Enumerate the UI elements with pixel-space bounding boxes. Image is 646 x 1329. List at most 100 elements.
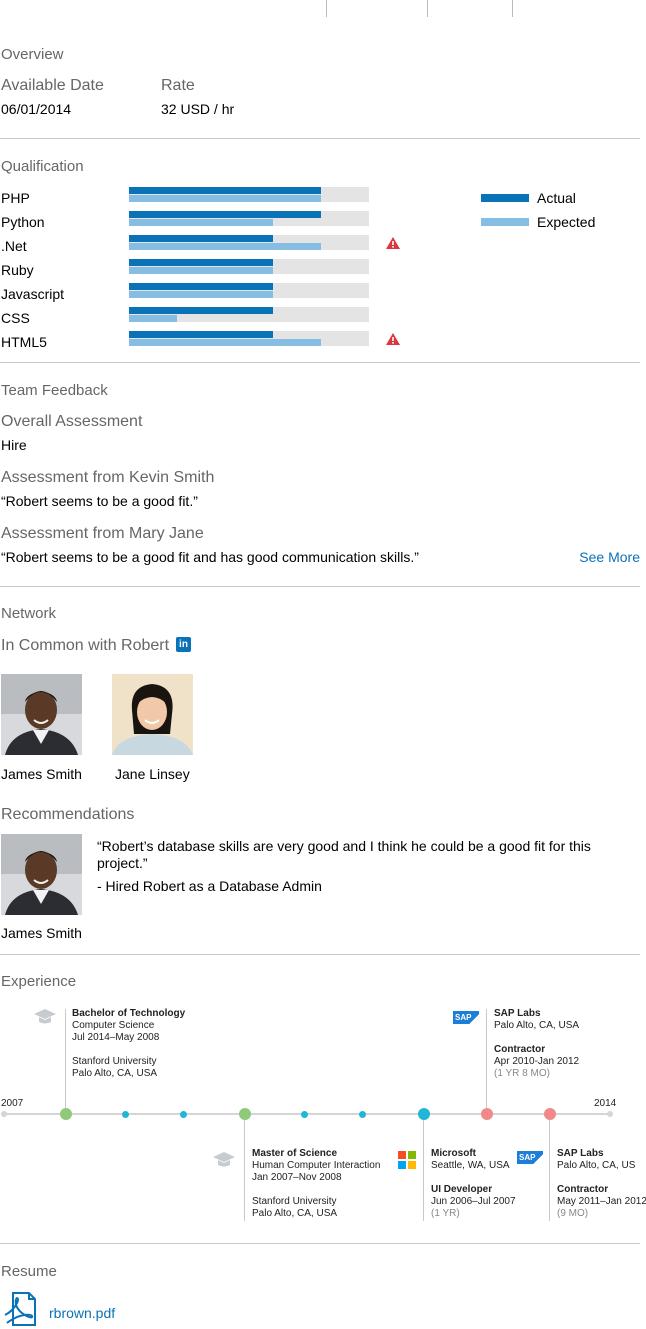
timeline-connector bbox=[65, 1009, 66, 1114]
timeline-end-year: 2014 bbox=[594, 1098, 617, 1109]
top-divider bbox=[512, 0, 513, 17]
overview-title: Overview bbox=[1, 46, 64, 63]
see-more-link[interactable]: See More bbox=[579, 549, 640, 565]
skill-label: CSS bbox=[1, 310, 30, 326]
skill-bar-expected bbox=[129, 315, 177, 322]
kevin-assessment-label: Assessment from Kevin Smith bbox=[1, 469, 215, 486]
skill-bar-actual bbox=[129, 235, 273, 242]
recommendations-label: Recommendations bbox=[1, 806, 135, 823]
skill-label: Javascript bbox=[1, 286, 65, 302]
legend-actual-swatch bbox=[481, 194, 529, 202]
avatar[interactable] bbox=[1, 674, 82, 755]
job-entry: Microsoft Seattle, WA, USA UI Developer … bbox=[431, 1148, 516, 1219]
skill-label: Ruby bbox=[1, 262, 34, 278]
timeline-job-dot[interactable] bbox=[481, 1108, 493, 1120]
skill-label: PHP bbox=[1, 190, 30, 206]
pdf-file-icon[interactable] bbox=[3, 1291, 37, 1327]
divider bbox=[0, 362, 640, 363]
linkedin-icon[interactable]: in bbox=[176, 637, 191, 652]
top-divider bbox=[326, 0, 327, 17]
divider bbox=[0, 586, 640, 587]
network-title: Network bbox=[1, 605, 57, 622]
skill-bar-expected bbox=[129, 195, 321, 202]
skill-bar-actual bbox=[129, 331, 273, 338]
skill-bar-track bbox=[129, 283, 369, 298]
sap-logo-icon: SAP bbox=[517, 1151, 543, 1164]
timeline-minor-dot bbox=[122, 1111, 129, 1118]
timeline-minor-dot bbox=[359, 1111, 366, 1118]
timeline-connector bbox=[423, 1114, 424, 1221]
skill-label: Python bbox=[1, 214, 45, 230]
timeline-education-dot[interactable] bbox=[239, 1108, 251, 1120]
timeline-current-dot[interactable] bbox=[418, 1108, 430, 1120]
top-divider bbox=[427, 0, 428, 17]
skill-bar-actual bbox=[129, 211, 321, 218]
timeline-job-dot[interactable] bbox=[544, 1108, 556, 1120]
skill-bar-track bbox=[129, 235, 369, 250]
warning-icon[interactable] bbox=[386, 333, 400, 345]
person-name[interactable]: Jane Linsey bbox=[115, 766, 190, 782]
timeline-connector bbox=[244, 1114, 245, 1221]
mary-assessment-value: “Robert seems to be a good fit and has g… bbox=[1, 549, 419, 565]
overall-assessment-value: Hire bbox=[1, 437, 27, 453]
timeline-connector bbox=[486, 1009, 487, 1114]
legend-actual-label: Actual bbox=[537, 190, 576, 206]
legend-expected-swatch bbox=[481, 218, 529, 226]
skill-bar-track bbox=[129, 307, 369, 322]
overall-assessment-label: Overall Assessment bbox=[1, 413, 143, 430]
skill-bar-expected bbox=[129, 267, 273, 274]
skill-bar-actual bbox=[129, 283, 273, 290]
recommendation-quote: “Robert’s database skills are very good … bbox=[97, 838, 591, 871]
divider bbox=[0, 954, 640, 955]
timeline-minor-dot bbox=[301, 1111, 308, 1118]
avatar[interactable] bbox=[112, 674, 193, 755]
skill-bar-track bbox=[129, 187, 369, 202]
education-entry: Master of Science Human Computer Interac… bbox=[252, 1148, 381, 1219]
timeline-start-dot bbox=[1, 1111, 7, 1117]
job-entry: SAP Labs Palo Alto, CA, US Contractor Ma… bbox=[557, 1148, 646, 1219]
qualification-title: Qualification bbox=[1, 158, 84, 175]
skill-bar-expected bbox=[129, 243, 321, 250]
job-entry: SAP Labs Palo Alto, CA, USA Contractor A… bbox=[494, 1008, 580, 1079]
in-common-label: In Common with Robert bbox=[1, 637, 170, 654]
skill-bar-expected bbox=[129, 291, 273, 298]
timeline-connector bbox=[549, 1114, 550, 1221]
divider bbox=[0, 1243, 640, 1244]
skill-bar-actual bbox=[129, 187, 321, 194]
education-entry: Bachelor of Technology Computer Science … bbox=[72, 1008, 186, 1079]
timeline-end-dot bbox=[607, 1111, 613, 1117]
available-date-label: Available Date bbox=[1, 77, 104, 94]
skill-bar-expected bbox=[129, 219, 273, 226]
warning-icon[interactable] bbox=[386, 237, 400, 249]
divider bbox=[0, 138, 640, 139]
timeline-minor-dot bbox=[180, 1111, 187, 1118]
skill-bar-actual bbox=[129, 307, 273, 314]
graduation-cap-icon bbox=[34, 1009, 56, 1024]
resume-title: Resume bbox=[1, 1263, 57, 1280]
rate-value: 32 USD / hr bbox=[161, 101, 235, 117]
team-feedback-title: Team Feedback bbox=[1, 382, 108, 399]
experience-title: Experience bbox=[1, 973, 77, 990]
timeline-start-year: 2007 bbox=[1, 1098, 24, 1109]
legend-expected-label: Expected bbox=[537, 214, 596, 230]
skill-label: HTML5 bbox=[1, 334, 47, 350]
skill-bar-actual bbox=[129, 259, 273, 266]
kevin-assessment-value: “Robert seems to be a good fit.” bbox=[1, 493, 198, 509]
microsoft-logo-icon bbox=[398, 1151, 416, 1169]
person-name[interactable]: James Smith bbox=[1, 766, 82, 782]
rate-label: Rate bbox=[161, 77, 195, 94]
recommender-name[interactable]: James Smith bbox=[1, 925, 82, 941]
sap-logo-icon: SAP bbox=[453, 1011, 479, 1024]
mary-assessment-label: Assessment from Mary Jane bbox=[1, 525, 204, 542]
skill-bar-track bbox=[129, 259, 369, 274]
skill-bar-track bbox=[129, 211, 369, 226]
resume-file-link[interactable]: rbrown.pdf bbox=[49, 1305, 115, 1321]
avatar[interactable] bbox=[1, 834, 82, 915]
available-date-value: 06/01/2014 bbox=[1, 101, 72, 117]
skill-label: .Net bbox=[1, 238, 27, 254]
graduation-cap-icon bbox=[213, 1152, 235, 1167]
skill-bar-track bbox=[129, 331, 369, 346]
recommendation-role: - Hired Robert as a Database Admin bbox=[97, 878, 322, 894]
timeline-education-dot[interactable] bbox=[60, 1108, 72, 1120]
skill-bar-expected bbox=[129, 339, 321, 346]
